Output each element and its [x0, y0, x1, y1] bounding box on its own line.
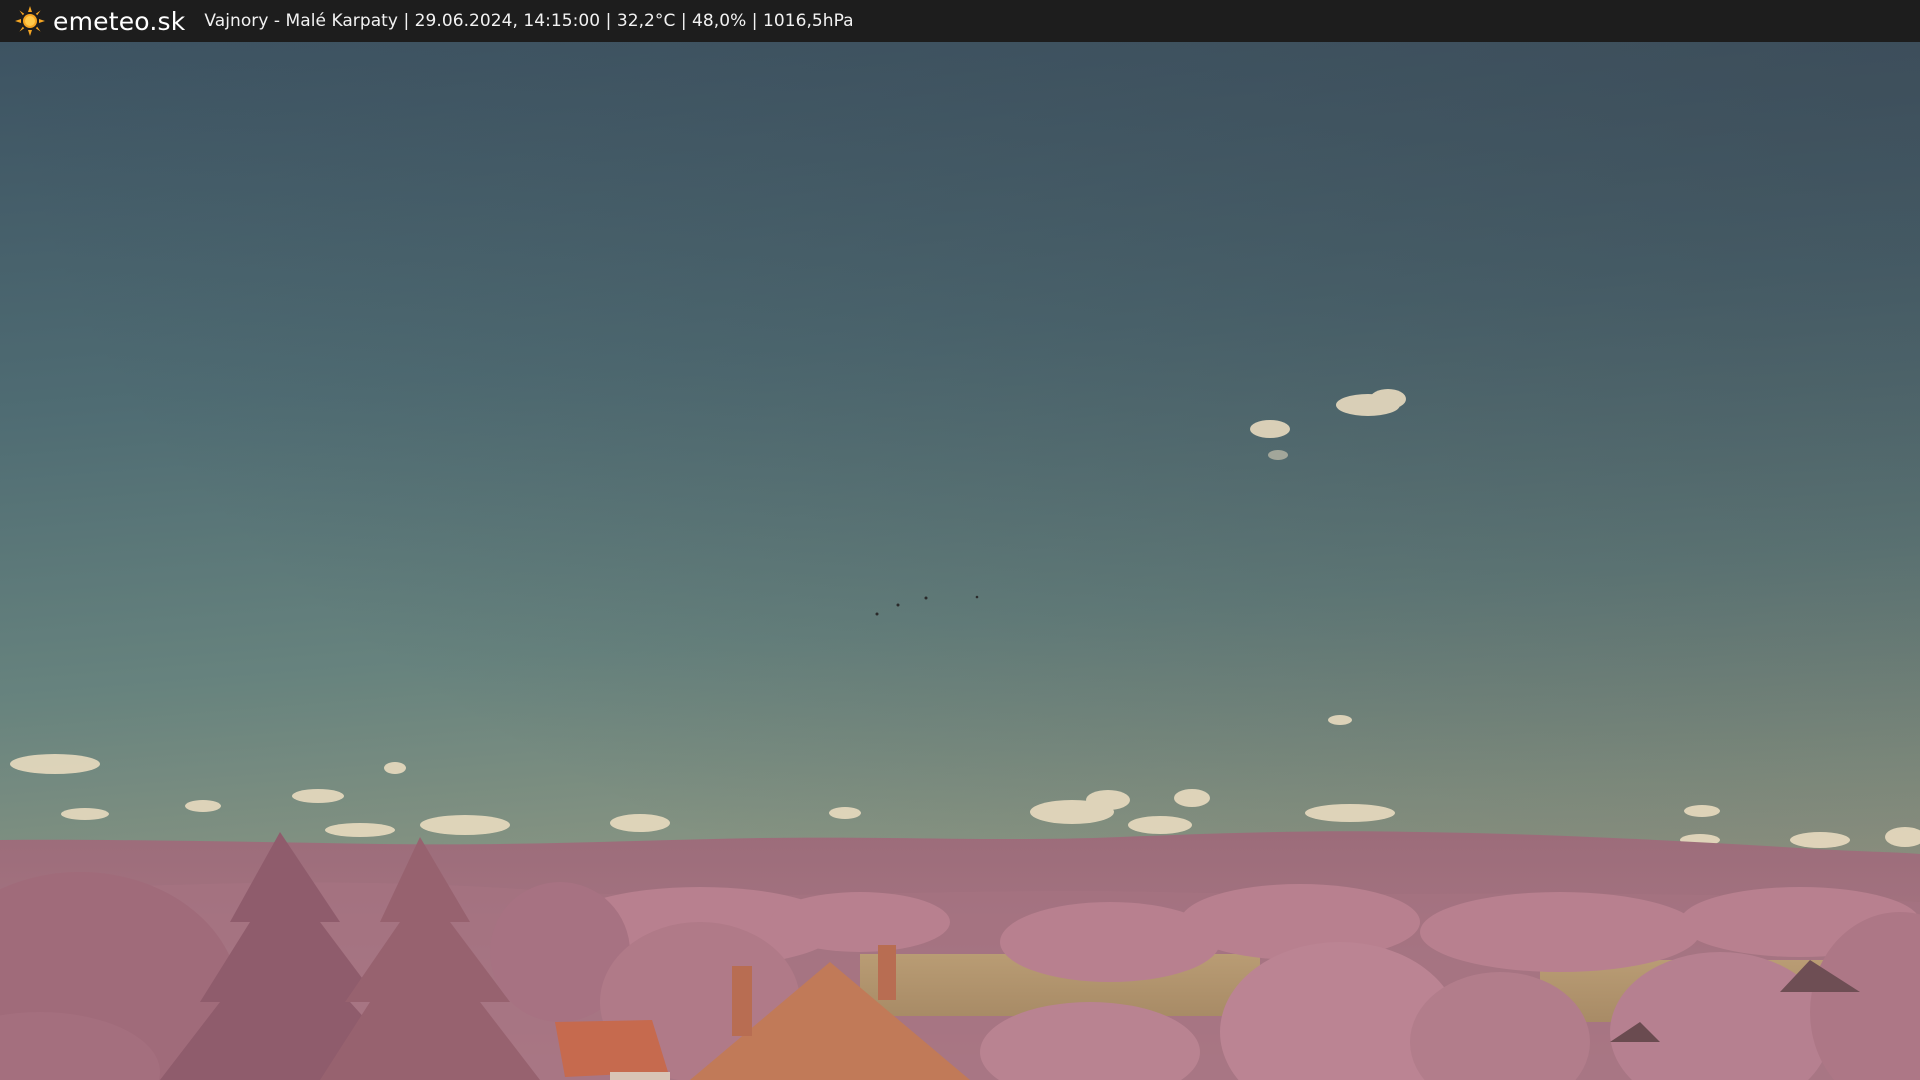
emeteo-logo[interactable]: emeteo.sk	[14, 5, 185, 37]
top-bar: emeteo.sk Vajnory - Malé Karpaty | 29.06…	[0, 0, 1920, 42]
webcam-caption: Vajnory - Malé Karpaty | 29.06.2024, 14:…	[204, 11, 854, 31]
sun-icon	[14, 5, 46, 37]
brand-name: emeteo.sk	[53, 6, 186, 36]
webcam-image	[0, 42, 1920, 1080]
